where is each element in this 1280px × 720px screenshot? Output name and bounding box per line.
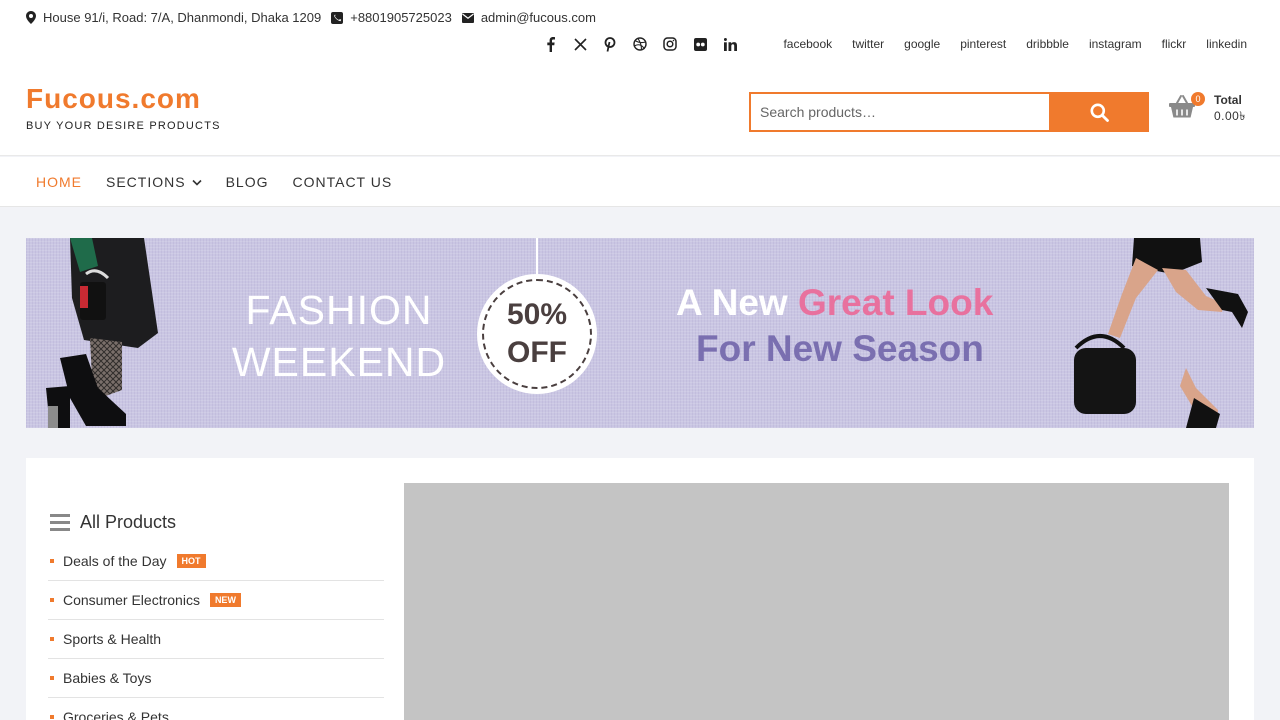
pinterest-icon[interactable] bbox=[595, 34, 625, 54]
discount-tag: 50% OFF bbox=[477, 274, 597, 394]
main-content: All Products Deals of the Day HOT Consum… bbox=[26, 458, 1254, 720]
envelope-icon bbox=[461, 12, 474, 23]
contact-info: House 91/i, Road: 7/A, Dhanmondi, Dhaka … bbox=[26, 10, 606, 25]
nav-home-label: HOME bbox=[36, 174, 82, 190]
top-bar: House 91/i, Road: 7/A, Dhanmondi, Dhaka … bbox=[0, 0, 1280, 70]
search-icon bbox=[1090, 103, 1109, 122]
social-link-instagram[interactable]: instagram bbox=[1089, 37, 1142, 51]
social-link-dribbble[interactable]: dribbble bbox=[1026, 37, 1069, 51]
category-sports-health[interactable]: Sports & Health bbox=[48, 620, 384, 659]
main-navigation: HOME SECTIONS BLOG CONTACT US bbox=[0, 157, 1280, 207]
discount-percent: 50% bbox=[506, 298, 568, 331]
phone-icon bbox=[331, 11, 344, 24]
category-label: Consumer Electronics bbox=[63, 592, 200, 608]
social-link-linkedin[interactable]: linkedin bbox=[1206, 37, 1247, 51]
category-babies-toys[interactable]: Babies & Toys bbox=[48, 659, 384, 698]
site-logo[interactable]: Fucous.com bbox=[26, 83, 201, 115]
instagram-icon[interactable] bbox=[655, 34, 685, 54]
address-text: House 91/i, Road: 7/A, Dhanmondi, Dhaka … bbox=[43, 10, 322, 25]
banner-headline-b: Great Look bbox=[797, 282, 994, 323]
social-link-google[interactable]: google bbox=[904, 37, 940, 51]
category-groceries-pets[interactable]: Groceries & Pets bbox=[48, 698, 384, 720]
categories-header[interactable]: All Products bbox=[50, 512, 176, 533]
banner-headline-line2: For New Season bbox=[696, 328, 984, 369]
category-list: Deals of the Day HOT Consumer Electronic… bbox=[48, 542, 384, 720]
social-link-pinterest[interactable]: pinterest bbox=[960, 37, 1006, 51]
nav-home[interactable]: HOME bbox=[36, 174, 82, 190]
category-label: Babies & Toys bbox=[63, 670, 152, 686]
nav-blog-label: BLOG bbox=[225, 174, 269, 190]
nav-sections-label: SECTIONS bbox=[106, 174, 186, 190]
facebook-icon[interactable] bbox=[535, 34, 565, 54]
cart-total-value: 0.00৳ bbox=[1214, 109, 1246, 123]
social-link-twitter[interactable]: twitter bbox=[852, 37, 884, 51]
search-input[interactable] bbox=[749, 92, 1049, 132]
phone-text: +8801905725023 bbox=[350, 10, 452, 25]
nav-sections[interactable]: SECTIONS bbox=[106, 174, 202, 190]
category-label: Sports & Health bbox=[63, 631, 162, 647]
x-twitter-icon[interactable] bbox=[565, 34, 595, 54]
hamburger-menu-icon bbox=[50, 514, 70, 531]
banner-fashion-illustration bbox=[46, 238, 1248, 428]
flickr-icon[interactable] bbox=[685, 34, 715, 54]
social-text-links: facebook twitter google pinterest dribbb… bbox=[763, 37, 1247, 51]
bullet-icon bbox=[50, 598, 54, 602]
bullet-icon bbox=[50, 637, 54, 641]
banner-fashion-line1: FASHION bbox=[245, 287, 433, 333]
linkedin-icon[interactable] bbox=[715, 34, 745, 54]
phone-item[interactable]: +8801905725023 bbox=[331, 10, 452, 25]
dribbble-icon[interactable] bbox=[625, 34, 655, 54]
new-badge: NEW bbox=[209, 593, 241, 607]
banner-headline-line1: A New Great Look bbox=[676, 282, 993, 324]
cart-count-badge: 0 bbox=[1191, 92, 1205, 106]
banner-fashion-line2: WEEKEND bbox=[231, 339, 447, 385]
search-button[interactable] bbox=[1049, 92, 1149, 132]
site-header: Fucous.com BUY YOUR DESIRE PRODUCTS 0 To… bbox=[0, 70, 1280, 156]
banner-tag-string bbox=[536, 238, 538, 274]
banner-headline-a: A New bbox=[676, 282, 798, 323]
category-label: Groceries & Pets bbox=[63, 709, 169, 720]
hero-slider-placeholder[interactable] bbox=[404, 483, 1229, 720]
email-item[interactable]: admin@fucous.com bbox=[461, 10, 596, 25]
social-link-flickr[interactable]: flickr bbox=[1162, 37, 1187, 51]
chevron-down-icon bbox=[192, 179, 202, 186]
discount-off: OFF bbox=[507, 336, 567, 369]
category-consumer-electronics[interactable]: Consumer Electronics NEW bbox=[48, 581, 384, 620]
search-form bbox=[749, 92, 1149, 132]
social-icons bbox=[535, 34, 745, 54]
nav-contact-label: CONTACT US bbox=[292, 174, 393, 190]
nav-contact-us[interactable]: CONTACT US bbox=[292, 174, 392, 190]
map-marker-icon bbox=[26, 11, 36, 24]
nav-blog[interactable]: BLOG bbox=[226, 174, 269, 190]
category-deals-of-the-day[interactable]: Deals of the Day HOT bbox=[48, 542, 384, 581]
hot-badge: HOT bbox=[176, 554, 206, 568]
bullet-icon bbox=[50, 715, 54, 719]
email-text: admin@fucous.com bbox=[480, 10, 596, 25]
category-label: Deals of the Day bbox=[63, 553, 167, 569]
banner-fashion-weekend: FASHION WEEKEND bbox=[224, 284, 454, 388]
bullet-icon bbox=[50, 676, 54, 680]
categories-title: All Products bbox=[80, 512, 177, 532]
promo-banner[interactable]: FASHION WEEKEND 50% OFF A New Great Look… bbox=[26, 238, 1254, 428]
cart-total-label: Total bbox=[1214, 93, 1242, 107]
address-item: House 91/i, Road: 7/A, Dhanmondi, Dhaka … bbox=[26, 10, 321, 25]
social-link-facebook[interactable]: facebook bbox=[783, 37, 832, 51]
bullet-icon bbox=[50, 559, 54, 563]
site-tagline: BUY YOUR DESIRE PRODUCTS bbox=[26, 120, 221, 132]
